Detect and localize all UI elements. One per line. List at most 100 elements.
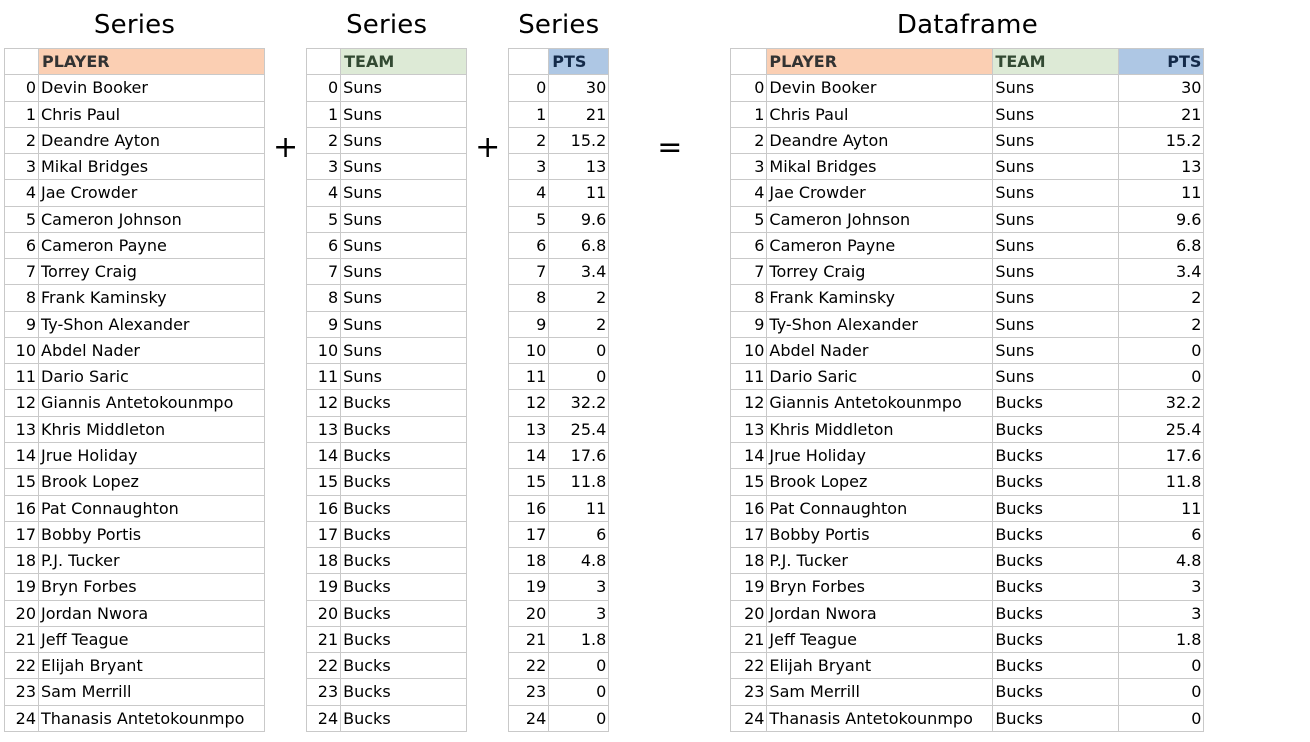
table-row: 7Torrey Craig	[5, 259, 265, 285]
player-cell: Jeff Teague	[39, 626, 265, 652]
player-cell: Deandre Ayton	[39, 127, 265, 153]
index-cell: 4	[731, 180, 767, 206]
table-row: 15Brook Lopez	[5, 469, 265, 495]
player-cell: Devin Booker	[767, 75, 993, 101]
series-pts-table: PTS 030121215.231341159.666.873.48292100…	[508, 48, 609, 732]
player-cell: Jrue Holiday	[767, 442, 993, 468]
index-cell: 5	[509, 206, 549, 232]
player-cell: Cameron Payne	[767, 232, 993, 258]
table-row: 16Bucks	[307, 495, 467, 521]
index-cell: 23	[5, 679, 39, 705]
series-team-title: Series	[346, 10, 427, 40]
table-row: 0Devin Booker	[5, 75, 265, 101]
pts-cell: 0	[1119, 653, 1204, 679]
player-cell: Giannis Antetokounmpo	[39, 390, 265, 416]
table-row: 23Sam Merrill	[5, 679, 265, 705]
table-header-row: PLAYER TEAM PTS	[731, 49, 1204, 75]
table-row: 8Frank Kaminsky	[5, 285, 265, 311]
player-cell: Elijah Bryant	[39, 653, 265, 679]
table-row: 18P.J. Tucker	[5, 548, 265, 574]
index-cell: 14	[5, 442, 39, 468]
table-row: 1Suns	[307, 101, 467, 127]
pts-cell: 15.2	[1119, 127, 1204, 153]
player-cell: Deandre Ayton	[767, 127, 993, 153]
index-cell: 9	[307, 311, 341, 337]
player-cell: Ty-Shon Alexander	[39, 311, 265, 337]
team-cell: Suns	[993, 75, 1119, 101]
team-cell: Bucks	[341, 442, 467, 468]
player-cell: Dario Saric	[39, 364, 265, 390]
index-cell: 16	[509, 495, 549, 521]
pts-cell: 17.6	[549, 442, 609, 468]
table-row: 215.2	[509, 127, 609, 153]
player-cell: P.J. Tucker	[767, 548, 993, 574]
index-cell: 15	[307, 469, 341, 495]
team-cell: Bucks	[341, 600, 467, 626]
pts-cell: 4.8	[549, 548, 609, 574]
pts-cell: 0	[549, 679, 609, 705]
pts-cell: 3	[1119, 574, 1204, 600]
table-row: 411	[509, 180, 609, 206]
index-cell: 18	[307, 548, 341, 574]
team-cell: Suns	[993, 127, 1119, 153]
index-cell: 4	[509, 180, 549, 206]
index-cell: 16	[307, 495, 341, 521]
index-cell: 6	[509, 232, 549, 258]
table-row: 2Deandre Ayton	[5, 127, 265, 153]
pts-cell: 11	[1119, 180, 1204, 206]
table-row: 21Jeff TeagueBucks1.8	[731, 626, 1204, 652]
table-row: 24Bucks	[307, 705, 467, 731]
table-row: 14Jrue HolidayBucks17.6	[731, 442, 1204, 468]
table-row: 12Giannis Antetokounmpo	[5, 390, 265, 416]
index-cell: 21	[509, 626, 549, 652]
team-cell: Suns	[341, 127, 467, 153]
table-row: 22Elijah Bryant	[5, 653, 265, 679]
index-cell: 3	[307, 154, 341, 180]
table-row: 030	[509, 75, 609, 101]
index-cell: 20	[5, 600, 39, 626]
index-cell: 18	[731, 548, 767, 574]
team-cell: Bucks	[341, 574, 467, 600]
pts-cell: 6.8	[1119, 232, 1204, 258]
table-row: 12Bucks	[307, 390, 467, 416]
index-cell: 21	[307, 626, 341, 652]
team-cell: Suns	[341, 154, 467, 180]
pts-cell: 2	[1119, 285, 1204, 311]
index-corner	[731, 49, 767, 75]
player-cell: Thanasis Antetokounmpo	[39, 705, 265, 731]
index-cell: 14	[731, 442, 767, 468]
index-cell: 0	[509, 75, 549, 101]
table-row: 59.6	[509, 206, 609, 232]
team-cell: Bucks	[993, 495, 1119, 521]
table-row: 19Bucks	[307, 574, 467, 600]
dataframe-block: Dataframe PLAYER TEAM PTS 0Devin BookerS…	[730, 10, 1204, 732]
pts-cell: 13	[1119, 154, 1204, 180]
index-cell: 8	[509, 285, 549, 311]
pts-cell: 3	[549, 574, 609, 600]
table-row: 5Cameron JohnsonSuns9.6	[731, 206, 1204, 232]
player-cell: Jrue Holiday	[39, 442, 265, 468]
index-cell: 24	[509, 705, 549, 731]
table-row: 184.8	[509, 548, 609, 574]
table-row: 1325.4	[509, 416, 609, 442]
team-cell: Bucks	[341, 626, 467, 652]
team-cell: Suns	[993, 364, 1119, 390]
index-cell: 23	[307, 679, 341, 705]
team-cell: Bucks	[993, 442, 1119, 468]
pts-cell: 11.8	[549, 469, 609, 495]
index-cell: 2	[731, 127, 767, 153]
index-cell: 17	[5, 521, 39, 547]
pts-cell: 9.6	[1119, 206, 1204, 232]
pts-cell: 2	[549, 311, 609, 337]
index-cell: 12	[5, 390, 39, 416]
index-cell: 24	[5, 705, 39, 731]
team-cell: Bucks	[341, 495, 467, 521]
team-cell: Suns	[341, 206, 467, 232]
table-row: 21Jeff Teague	[5, 626, 265, 652]
team-cell: Bucks	[341, 705, 467, 731]
index-cell: 1	[5, 101, 39, 127]
header-player: PLAYER	[39, 49, 265, 75]
player-cell: Jeff Teague	[767, 626, 993, 652]
pts-cell: 0	[1119, 679, 1204, 705]
pts-cell: 0	[549, 337, 609, 363]
